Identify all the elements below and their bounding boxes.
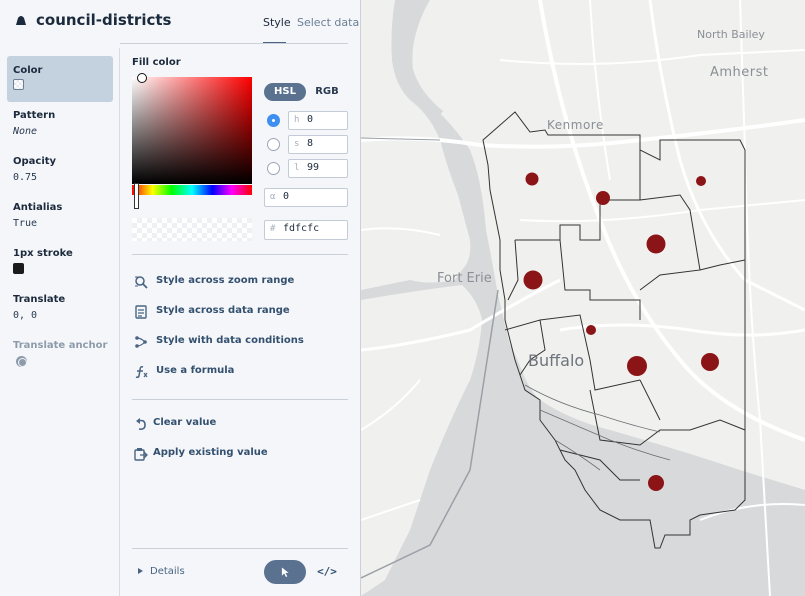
lightness-prefix: l xyxy=(294,163,300,173)
lightness-field[interactable]: l 99 xyxy=(288,159,348,178)
district-marker xyxy=(701,353,719,371)
property-list: Color Pattern None Opacity 0.75 Antialia… xyxy=(0,48,120,596)
alpha-slider[interactable] xyxy=(132,218,252,241)
district-marker xyxy=(648,475,664,491)
hex-prefix: # xyxy=(270,224,276,234)
saturation-prefix: s xyxy=(294,139,300,149)
cursor-icon xyxy=(281,567,289,577)
property-value: True xyxy=(13,218,38,229)
map-canvas[interactable]: North Bailey Amherst Kenmore Fort Erie B… xyxy=(361,0,805,596)
alpha-prefix: α xyxy=(270,192,276,202)
district-marker xyxy=(596,191,610,205)
property-opacity[interactable]: Opacity 0.75 xyxy=(7,156,113,183)
clipboard-icon xyxy=(134,448,148,461)
formula-icon xyxy=(135,366,148,379)
property-value: 0.75 xyxy=(13,172,38,183)
property-label: Opacity xyxy=(13,156,57,167)
data-conditions-icon xyxy=(135,336,147,348)
property-translate[interactable]: Translate 0, 0 xyxy=(7,294,113,321)
fill-layer-icon xyxy=(16,16,26,25)
panel-header: council-districts Style Select data xyxy=(0,0,360,44)
district-marker xyxy=(586,325,596,335)
action-label: Clear value xyxy=(153,417,217,428)
hue-field[interactable]: h 0 xyxy=(288,111,348,130)
lightness-value: 99 xyxy=(307,162,320,173)
hue-slider[interactable] xyxy=(132,185,252,195)
stroke-swatch-icon xyxy=(13,263,24,274)
radio-hue[interactable] xyxy=(267,114,280,127)
property-label: 1px stroke xyxy=(13,248,73,259)
divider xyxy=(132,399,348,400)
details-toggle[interactable]: Details xyxy=(150,566,185,577)
code-view-button[interactable]: </> xyxy=(314,563,340,581)
property-translate-anchor[interactable]: Translate anchor xyxy=(7,340,113,367)
property-color[interactable]: Color xyxy=(7,56,113,102)
property-stroke[interactable]: 1px stroke xyxy=(7,248,113,274)
hue-prefix: h xyxy=(294,115,300,125)
layer-title: council-districts xyxy=(36,11,172,29)
property-label: Translate xyxy=(13,294,66,305)
map-label-fort-erie: Fort Erie xyxy=(437,271,492,286)
saturation-field[interactable]: s 8 xyxy=(288,135,348,154)
hue-slider-handle[interactable] xyxy=(134,183,139,209)
inspect-button[interactable] xyxy=(264,560,306,584)
map-label-kenmore: Kenmore xyxy=(547,118,604,132)
property-label: Pattern xyxy=(13,110,56,121)
divider xyxy=(120,43,348,44)
district-marker xyxy=(523,270,543,290)
style-panel: council-districts Style Select data Colo… xyxy=(0,0,361,596)
map-svg xyxy=(361,0,805,596)
map-label-buffalo: Buffalo xyxy=(528,351,585,370)
rgb-mode-button[interactable]: RGB xyxy=(310,83,344,101)
map-label-amherst: Amherst xyxy=(710,65,769,80)
property-pattern[interactable]: Pattern None xyxy=(7,110,113,137)
hsl-mode-button[interactable]: HSL xyxy=(264,83,306,101)
saturation-value-handle[interactable] xyxy=(137,73,147,83)
radio-saturation[interactable] xyxy=(267,138,280,151)
action-label: Apply existing value xyxy=(153,447,268,458)
property-value: 0, 0 xyxy=(13,310,38,321)
property-label: Antialias xyxy=(13,202,63,213)
district-marker xyxy=(646,234,666,254)
alpha-field[interactable]: α 0 xyxy=(264,188,348,207)
alpha-value: 0 xyxy=(283,191,290,202)
radio-lightness[interactable] xyxy=(267,162,280,175)
property-antialias[interactable]: Antialias True xyxy=(7,202,113,229)
saturation-value: 8 xyxy=(307,138,314,149)
saturation-value-picker[interactable] xyxy=(132,77,252,184)
action-label: Style across zoom range xyxy=(156,275,295,286)
property-value: None xyxy=(13,126,38,137)
district-marker xyxy=(525,172,539,186)
divider xyxy=(132,548,348,549)
district-marker xyxy=(627,356,647,376)
caret-right-icon[interactable] xyxy=(138,568,143,574)
fill-color-heading: Fill color xyxy=(132,57,181,68)
divider xyxy=(132,254,348,255)
hue-value: 0 xyxy=(307,114,314,125)
undo-icon xyxy=(136,418,146,430)
map-label-north-bailey: North Bailey xyxy=(697,28,765,41)
tab-select-data[interactable]: Select data xyxy=(297,16,359,29)
action-label: Style across data range xyxy=(156,305,290,316)
district-marker xyxy=(696,176,706,186)
hex-value: fdfcfc xyxy=(283,223,320,234)
globe-icon xyxy=(16,356,27,367)
action-label: Use a formula xyxy=(156,365,235,376)
hex-field[interactable]: # fdfcfc xyxy=(264,220,348,240)
property-label: Color xyxy=(13,65,43,76)
property-label: Translate anchor xyxy=(13,340,108,351)
data-range-icon xyxy=(135,305,147,319)
transparent-swatch-icon xyxy=(13,79,24,90)
tab-style[interactable]: Style xyxy=(263,16,291,29)
zoom-range-icon xyxy=(135,276,148,289)
action-label: Style with data conditions xyxy=(156,335,304,346)
